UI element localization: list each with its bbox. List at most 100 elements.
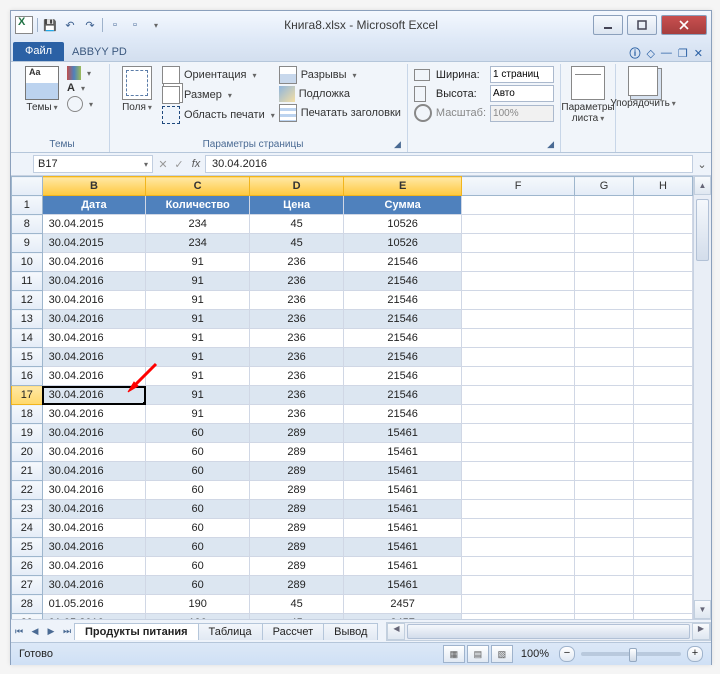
col-header-G[interactable]: G	[575, 177, 634, 196]
file-tab[interactable]: Файл	[13, 42, 64, 61]
help-icon[interactable]: ⓘ	[629, 45, 640, 61]
arrange-button[interactable]: Упорядочить	[622, 66, 664, 109]
cell[interactable]	[634, 519, 693, 538]
row-header[interactable]: 17	[12, 386, 43, 405]
sheet-nav-last[interactable]: ⏭	[59, 626, 75, 637]
cell[interactable]: 236	[249, 405, 343, 424]
cell[interactable]: 30.04.2015	[42, 215, 146, 234]
name-box[interactable]: B17	[33, 155, 153, 173]
cell[interactable]	[634, 272, 693, 291]
cell[interactable]	[575, 519, 634, 538]
cell[interactable]: 30.04.2016	[42, 443, 146, 462]
cell[interactable]	[462, 443, 575, 462]
cell[interactable]: 10526	[344, 215, 462, 234]
qat-extra-2[interactable]: ▫	[127, 17, 143, 33]
cell[interactable]: 30.04.2016	[42, 329, 146, 348]
cell[interactable]	[634, 500, 693, 519]
cell[interactable]	[575, 424, 634, 443]
cell[interactable]	[462, 272, 575, 291]
cell[interactable]	[462, 557, 575, 576]
cell[interactable]	[462, 234, 575, 253]
cell[interactable]: 30.04.2016	[42, 576, 146, 595]
cell[interactable]	[575, 386, 634, 405]
row-header[interactable]: 16	[12, 367, 43, 386]
row-header[interactable]: 27	[12, 576, 43, 595]
cell[interactable]: 236	[249, 291, 343, 310]
mdi-restore[interactable]: ❐	[678, 47, 688, 60]
qat-save[interactable]: 💾	[42, 17, 58, 33]
cell[interactable]	[575, 272, 634, 291]
col-header-B[interactable]: B	[42, 177, 146, 196]
header-cell[interactable]	[575, 196, 634, 215]
cell[interactable]: 289	[249, 462, 343, 481]
ribbon-tab-10[interactable]: ABBYY PD	[66, 43, 133, 61]
cell[interactable]	[462, 424, 575, 443]
cell[interactable]: 289	[249, 519, 343, 538]
cell[interactable]	[462, 386, 575, 405]
cell[interactable]	[462, 310, 575, 329]
cell[interactable]	[634, 348, 693, 367]
cell[interactable]: 91	[146, 386, 250, 405]
row-header[interactable]: 23	[12, 500, 43, 519]
cell[interactable]: 45	[249, 595, 343, 614]
pagesetup-launcher[interactable]: ◢	[390, 139, 401, 150]
sheet-nav-prev[interactable]: ◀	[27, 626, 43, 637]
cell[interactable]	[634, 329, 693, 348]
header-cell[interactable]: Дата	[42, 196, 146, 215]
row-header[interactable]: 28	[12, 595, 43, 614]
cell[interactable]	[462, 481, 575, 500]
cell[interactable]: 21546	[344, 329, 462, 348]
cell[interactable]: 236	[249, 253, 343, 272]
row-header[interactable]: 9	[12, 234, 43, 253]
scroll-up[interactable]: ▲	[694, 176, 711, 195]
orientation-button[interactable]: Ориентация	[162, 66, 275, 84]
cell[interactable]: 91	[146, 310, 250, 329]
row-header[interactable]: 24	[12, 519, 43, 538]
cell[interactable]	[462, 538, 575, 557]
theme-effects[interactable]	[67, 96, 93, 112]
scale-launcher[interactable]: ◢	[543, 139, 554, 150]
cell[interactable]	[634, 386, 693, 405]
cell[interactable]: 289	[249, 424, 343, 443]
header-cell[interactable]: Сумма	[344, 196, 462, 215]
cell[interactable]	[462, 367, 575, 386]
row-header[interactable]: 13	[12, 310, 43, 329]
cell[interactable]: 91	[146, 329, 250, 348]
cell[interactable]: 15461	[344, 462, 462, 481]
cell[interactable]: 15461	[344, 500, 462, 519]
row-header[interactable]: 20	[12, 443, 43, 462]
cell[interactable]	[634, 234, 693, 253]
cell[interactable]	[575, 215, 634, 234]
cell[interactable]: 60	[146, 424, 250, 443]
cell[interactable]: 30.04.2016	[42, 462, 146, 481]
cell[interactable]	[575, 291, 634, 310]
cell[interactable]: 21546	[344, 386, 462, 405]
col-header-E[interactable]: E	[344, 177, 462, 196]
row-header[interactable]: 1	[12, 196, 43, 215]
formula-expand[interactable]: ⌄	[693, 158, 711, 171]
cell[interactable]: 30.04.2016	[42, 424, 146, 443]
cell[interactable]	[462, 215, 575, 234]
cell[interactable]: 91	[146, 291, 250, 310]
formula-input[interactable]: 30.04.2016	[205, 155, 693, 173]
cell[interactable]: 01.05.2016	[42, 595, 146, 614]
cell[interactable]: 30.04.2016	[42, 405, 146, 424]
zoom-out[interactable]: −	[559, 646, 575, 662]
cell[interactable]	[634, 310, 693, 329]
sheet-options-button[interactable]: Параметры листа	[567, 66, 609, 124]
cell[interactable]: 30.04.2015	[42, 234, 146, 253]
cell[interactable]	[575, 576, 634, 595]
row-header[interactable]: 22	[12, 481, 43, 500]
cell[interactable]	[462, 348, 575, 367]
cell[interactable]	[634, 253, 693, 272]
window-maximize[interactable]	[627, 15, 657, 35]
window-minimize[interactable]	[593, 15, 623, 35]
cell[interactable]: 289	[249, 500, 343, 519]
cell[interactable]: 45	[249, 234, 343, 253]
cell[interactable]: 15461	[344, 481, 462, 500]
cell[interactable]: 234	[146, 215, 250, 234]
cell[interactable]	[634, 538, 693, 557]
theme-fonts[interactable]: A	[67, 82, 93, 94]
cell[interactable]: 91	[146, 405, 250, 424]
cell[interactable]	[634, 614, 693, 620]
